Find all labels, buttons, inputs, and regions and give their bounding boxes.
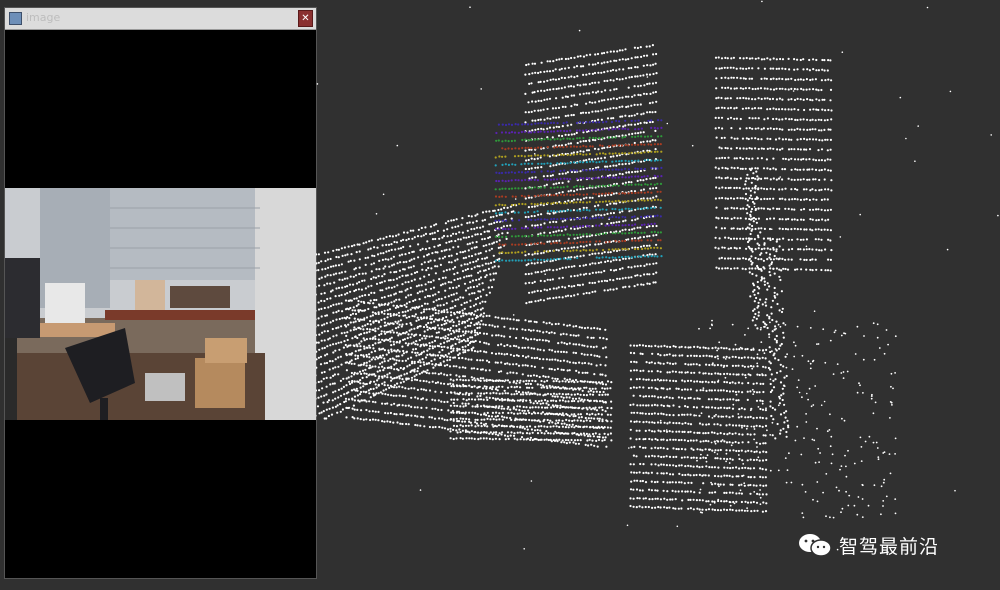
- close-button[interactable]: ✕: [298, 10, 313, 27]
- pointcloud-canvas[interactable]: [316, 0, 1000, 590]
- lidar-points: [316, 0, 999, 551]
- image-window: image ✕: [4, 7, 317, 579]
- camera-image: [5, 188, 316, 420]
- wechat-logo-icon: [799, 534, 832, 557]
- pointcloud-viewport[interactable]: [316, 0, 1000, 590]
- window-titlebar[interactable]: image ✕: [5, 8, 316, 30]
- window-title: image: [26, 11, 61, 24]
- watermark: 智驾最前沿: [797, 530, 939, 560]
- app-window-icon: [9, 12, 22, 25]
- watermark-text: 智驾最前沿: [839, 535, 940, 558]
